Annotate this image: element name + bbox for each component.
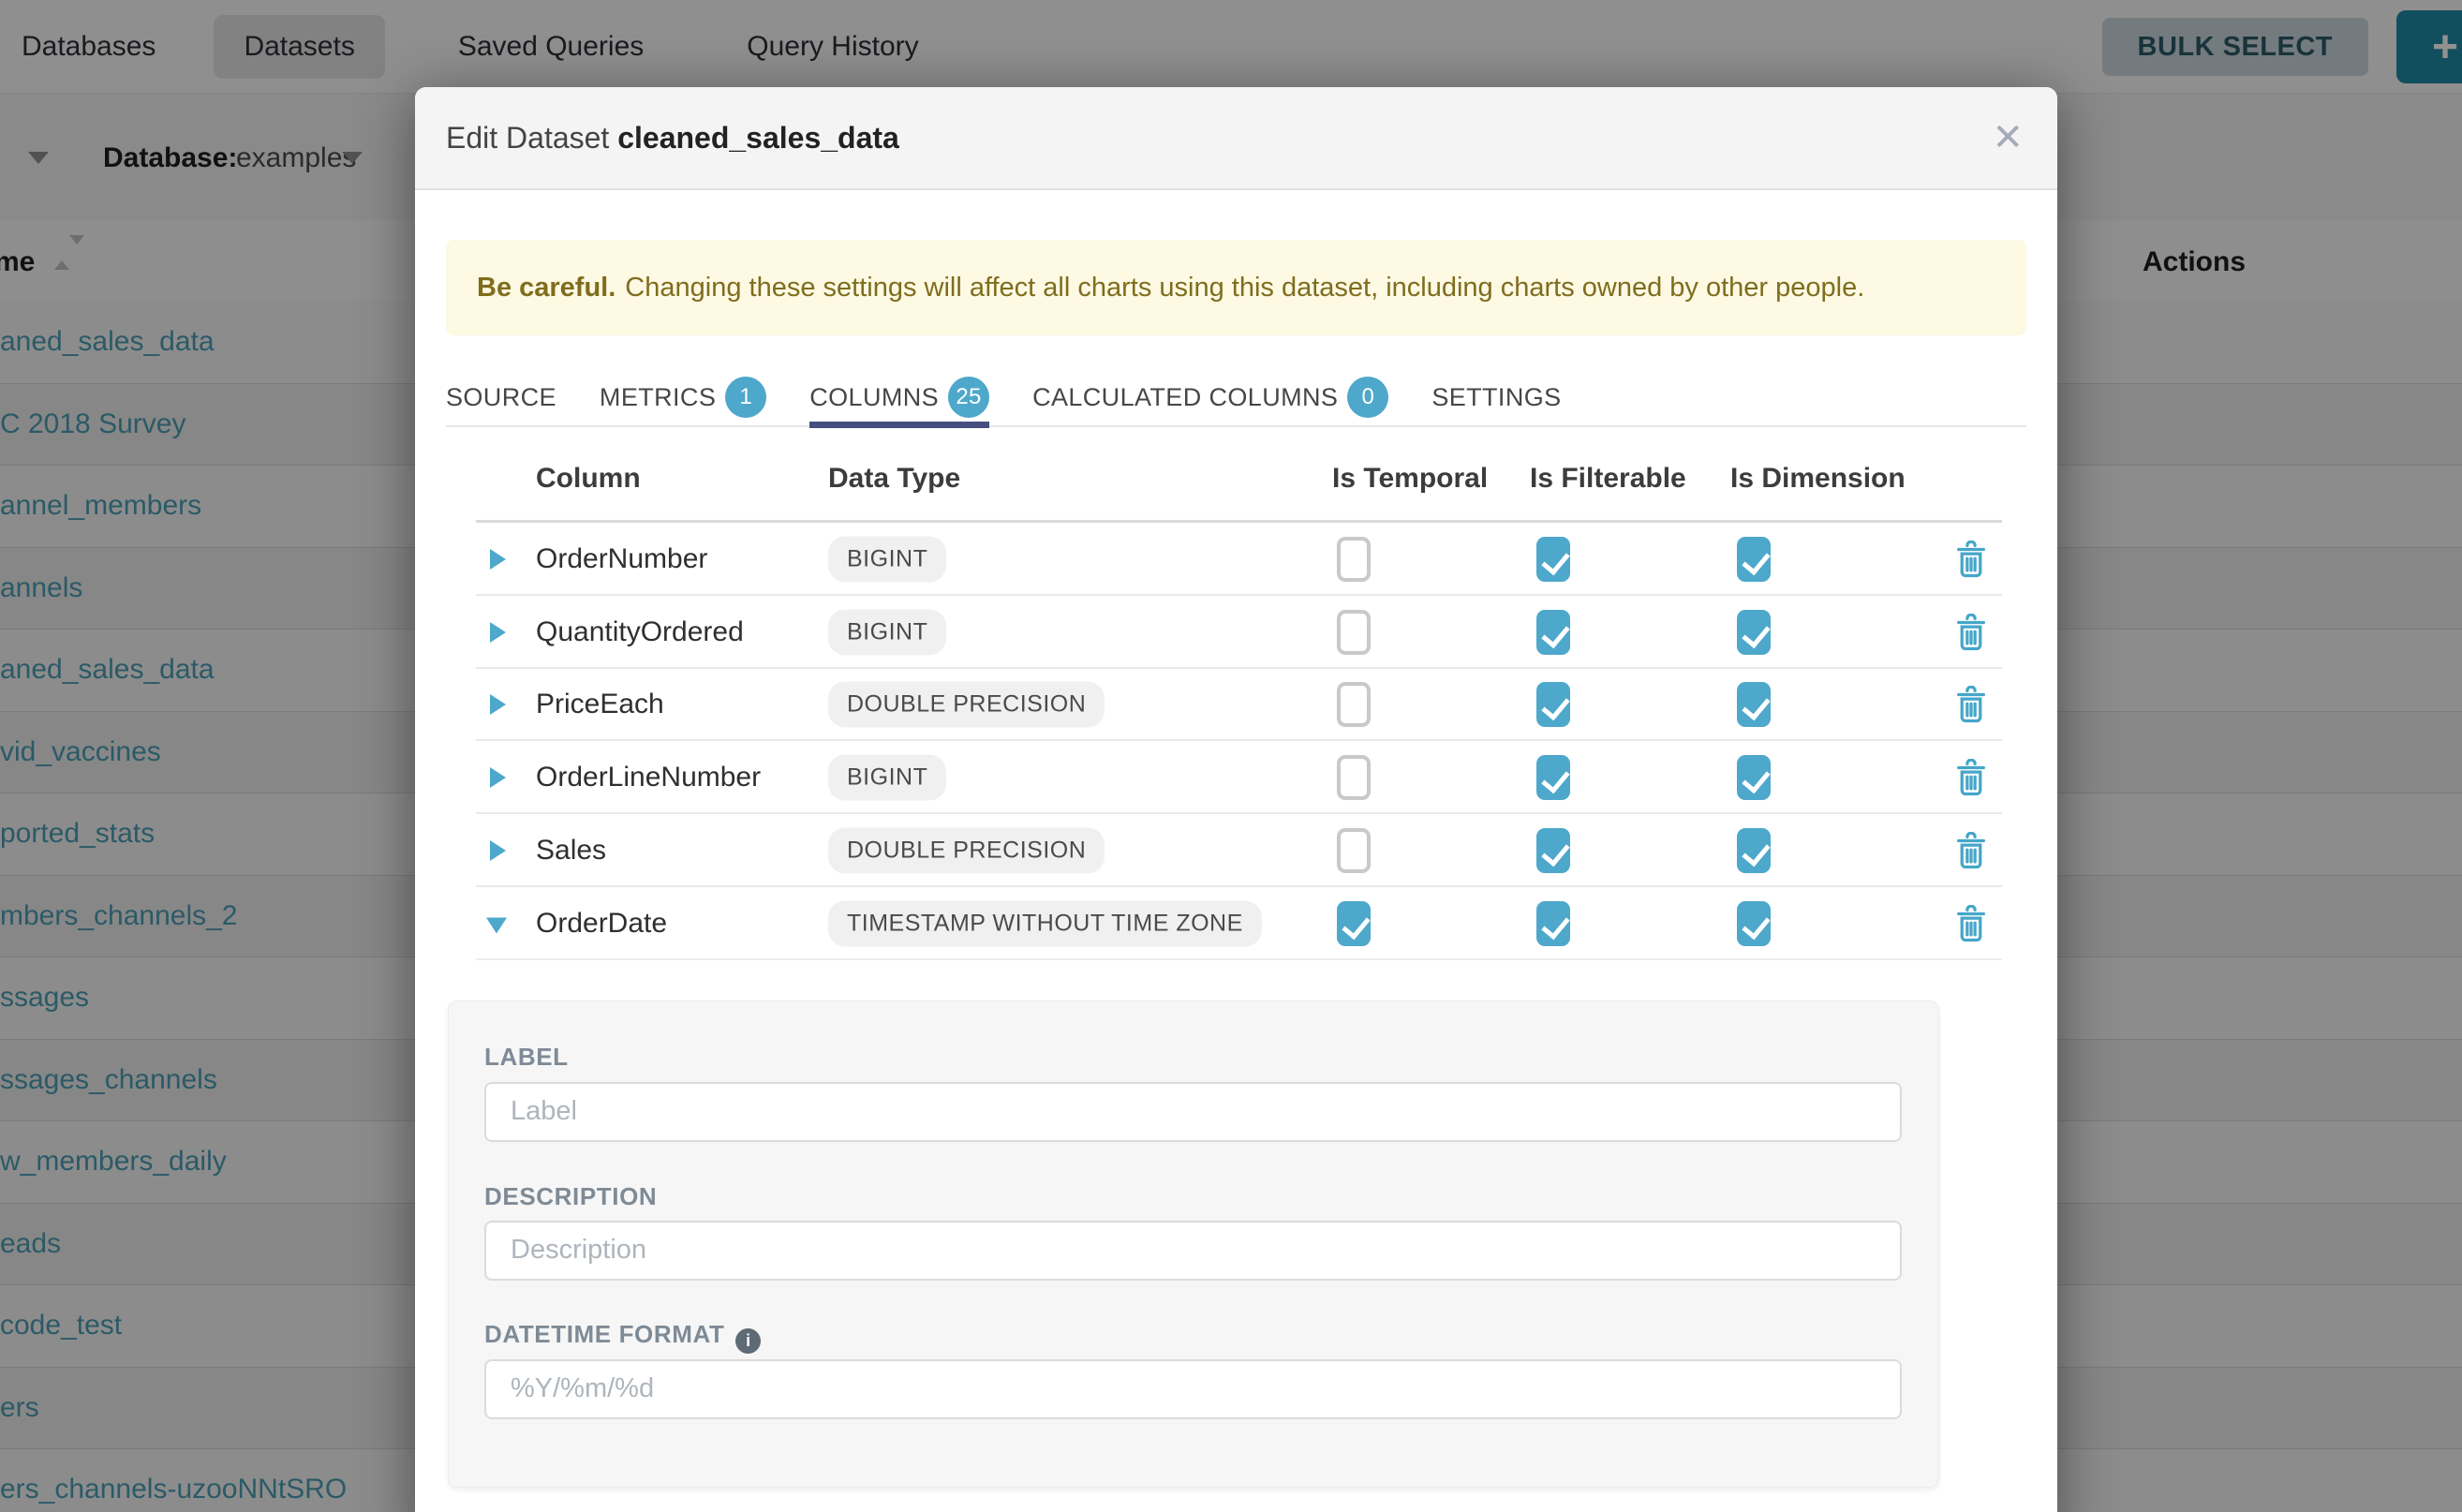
delete-column-icon[interactable] xyxy=(1954,759,1988,796)
expand-caret-icon[interactable] xyxy=(490,840,506,861)
label-caption: LABEL xyxy=(484,1043,569,1072)
data-type-pill: BIGINT xyxy=(828,536,946,582)
is-dimension-header: Is Dimension xyxy=(1730,463,1906,495)
column-detail-panel: LABEL DESCRIPTION DATETIME FORMATi xyxy=(448,1001,1939,1488)
tab-count-badge: 25 xyxy=(948,377,989,418)
tab-source[interactable]: SOURCE xyxy=(446,368,556,426)
is-filterable-checkbox[interactable] xyxy=(1536,828,1570,873)
is-dimension-checkbox[interactable] xyxy=(1737,610,1771,655)
expand-caret-icon[interactable] xyxy=(490,694,506,715)
is-dimension-checkbox[interactable] xyxy=(1737,901,1771,946)
warning-banner-bold: Be careful. xyxy=(477,273,616,304)
column-name: QuantityOrdered xyxy=(536,616,744,648)
column-header: Column xyxy=(536,463,641,495)
warning-banner-text: Changing these settings will affect all … xyxy=(625,273,1864,304)
data-type-pill: DOUBLE PRECISION xyxy=(828,682,1105,728)
column-name: PriceEach xyxy=(536,689,664,720)
tab-count-badge: 1 xyxy=(725,377,766,418)
tab-settings[interactable]: SETTINGS xyxy=(1431,368,1561,426)
column-row: OrderDate TIMESTAMP WITHOUT TIME ZONE xyxy=(446,887,2026,960)
is-temporal-checkbox[interactable] xyxy=(1337,901,1371,946)
delete-column-icon[interactable] xyxy=(1954,686,1988,723)
close-icon[interactable]: ✕ xyxy=(1992,119,2024,156)
tab-label: CALCULATED COLUMNS xyxy=(1032,383,1338,412)
tab-metrics[interactable]: METRICS 1 xyxy=(600,368,766,426)
expand-caret-icon[interactable] xyxy=(490,622,506,643)
label-input[interactable] xyxy=(484,1082,1902,1142)
description-input[interactable] xyxy=(484,1221,1902,1281)
tab-label: SOURCE xyxy=(446,383,556,412)
is-filterable-checkbox[interactable] xyxy=(1536,537,1570,582)
edit-dataset-modal: Edit Dataset cleaned_sales_data ✕ Be car… xyxy=(415,87,2057,1512)
is-filterable-checkbox[interactable] xyxy=(1536,901,1570,946)
is-dimension-checkbox[interactable] xyxy=(1737,537,1771,582)
tab-columns[interactable]: COLUMNS 25 xyxy=(809,368,989,426)
is-temporal-checkbox[interactable] xyxy=(1337,610,1371,655)
is-dimension-checkbox[interactable] xyxy=(1737,828,1771,873)
is-temporal-checkbox[interactable] xyxy=(1337,828,1371,873)
is-temporal-checkbox[interactable] xyxy=(1337,682,1371,727)
tab-calculated-columns[interactable]: CALCULATED COLUMNS 0 xyxy=(1032,368,1388,426)
data-type-pill: BIGINT xyxy=(828,755,946,801)
info-icon[interactable]: i xyxy=(735,1328,761,1354)
delete-column-icon[interactable] xyxy=(1954,614,1988,651)
datetime-format-input[interactable] xyxy=(484,1359,1902,1419)
is-temporal-header: Is Temporal xyxy=(1332,463,1488,495)
is-dimension-checkbox[interactable] xyxy=(1737,755,1771,800)
column-row: OrderLineNumber BIGINT xyxy=(446,741,2026,814)
modal-title: Edit Dataset cleaned_sales_data xyxy=(446,121,899,156)
column-row: Sales DOUBLE PRECISION xyxy=(446,814,2026,887)
expand-caret-icon[interactable] xyxy=(490,767,506,788)
column-row: PriceEach DOUBLE PRECISION xyxy=(446,669,2026,742)
column-name: OrderDate xyxy=(536,908,667,940)
is-dimension-checkbox[interactable] xyxy=(1737,682,1771,727)
data-type-pill: TIMESTAMP WITHOUT TIME ZONE xyxy=(828,900,1262,946)
delete-column-icon[interactable] xyxy=(1954,541,1988,578)
is-filterable-checkbox[interactable] xyxy=(1536,610,1570,655)
modal-tabs: SOURCE METRICS 1 COLUMNS 25 CALCULATED COLUMN… xyxy=(446,369,2026,427)
collapse-caret-icon[interactable] xyxy=(486,917,507,933)
is-filterable-header: Is Filterable xyxy=(1530,463,1686,495)
is-temporal-checkbox[interactable] xyxy=(1337,755,1371,800)
tab-label: SETTINGS xyxy=(1431,383,1561,412)
columns-table: Column Data Type Is Temporal Is Filterab… xyxy=(446,427,2026,960)
column-name: Sales xyxy=(536,835,606,867)
warning-banner: Be careful. Changing these settings will… xyxy=(446,240,2026,335)
column-row: OrderNumber BIGINT xyxy=(446,523,2026,596)
columns-table-header: Column Data Type Is Temporal Is Filterab… xyxy=(446,427,2026,523)
is-temporal-checkbox[interactable] xyxy=(1337,537,1371,582)
column-row: QuantityOrdered BIGINT xyxy=(446,596,2026,669)
data-type-pill: BIGINT xyxy=(828,609,946,655)
data-type-pill: DOUBLE PRECISION xyxy=(828,828,1105,874)
modal-title-prefix: Edit Dataset xyxy=(446,121,609,155)
is-filterable-checkbox[interactable] xyxy=(1536,682,1570,727)
column-name: OrderNumber xyxy=(536,543,707,575)
description-caption: DESCRIPTION xyxy=(484,1182,657,1211)
modal-title-dataset-name: cleaned_sales_data xyxy=(617,121,899,155)
tab-label: METRICS xyxy=(600,383,716,412)
delete-column-icon[interactable] xyxy=(1954,905,1988,942)
tab-count-badge: 0 xyxy=(1347,377,1388,418)
modal-header: Edit Dataset cleaned_sales_data ✕ xyxy=(415,87,2057,190)
data-type-header: Data Type xyxy=(828,463,960,495)
is-filterable-checkbox[interactable] xyxy=(1536,755,1570,800)
expand-caret-icon[interactable] xyxy=(490,549,506,570)
tab-label: COLUMNS xyxy=(809,383,939,412)
datetime-format-caption: DATETIME FORMATi xyxy=(484,1320,761,1354)
column-name: OrderLineNumber xyxy=(536,762,761,793)
delete-column-icon[interactable] xyxy=(1954,832,1988,869)
